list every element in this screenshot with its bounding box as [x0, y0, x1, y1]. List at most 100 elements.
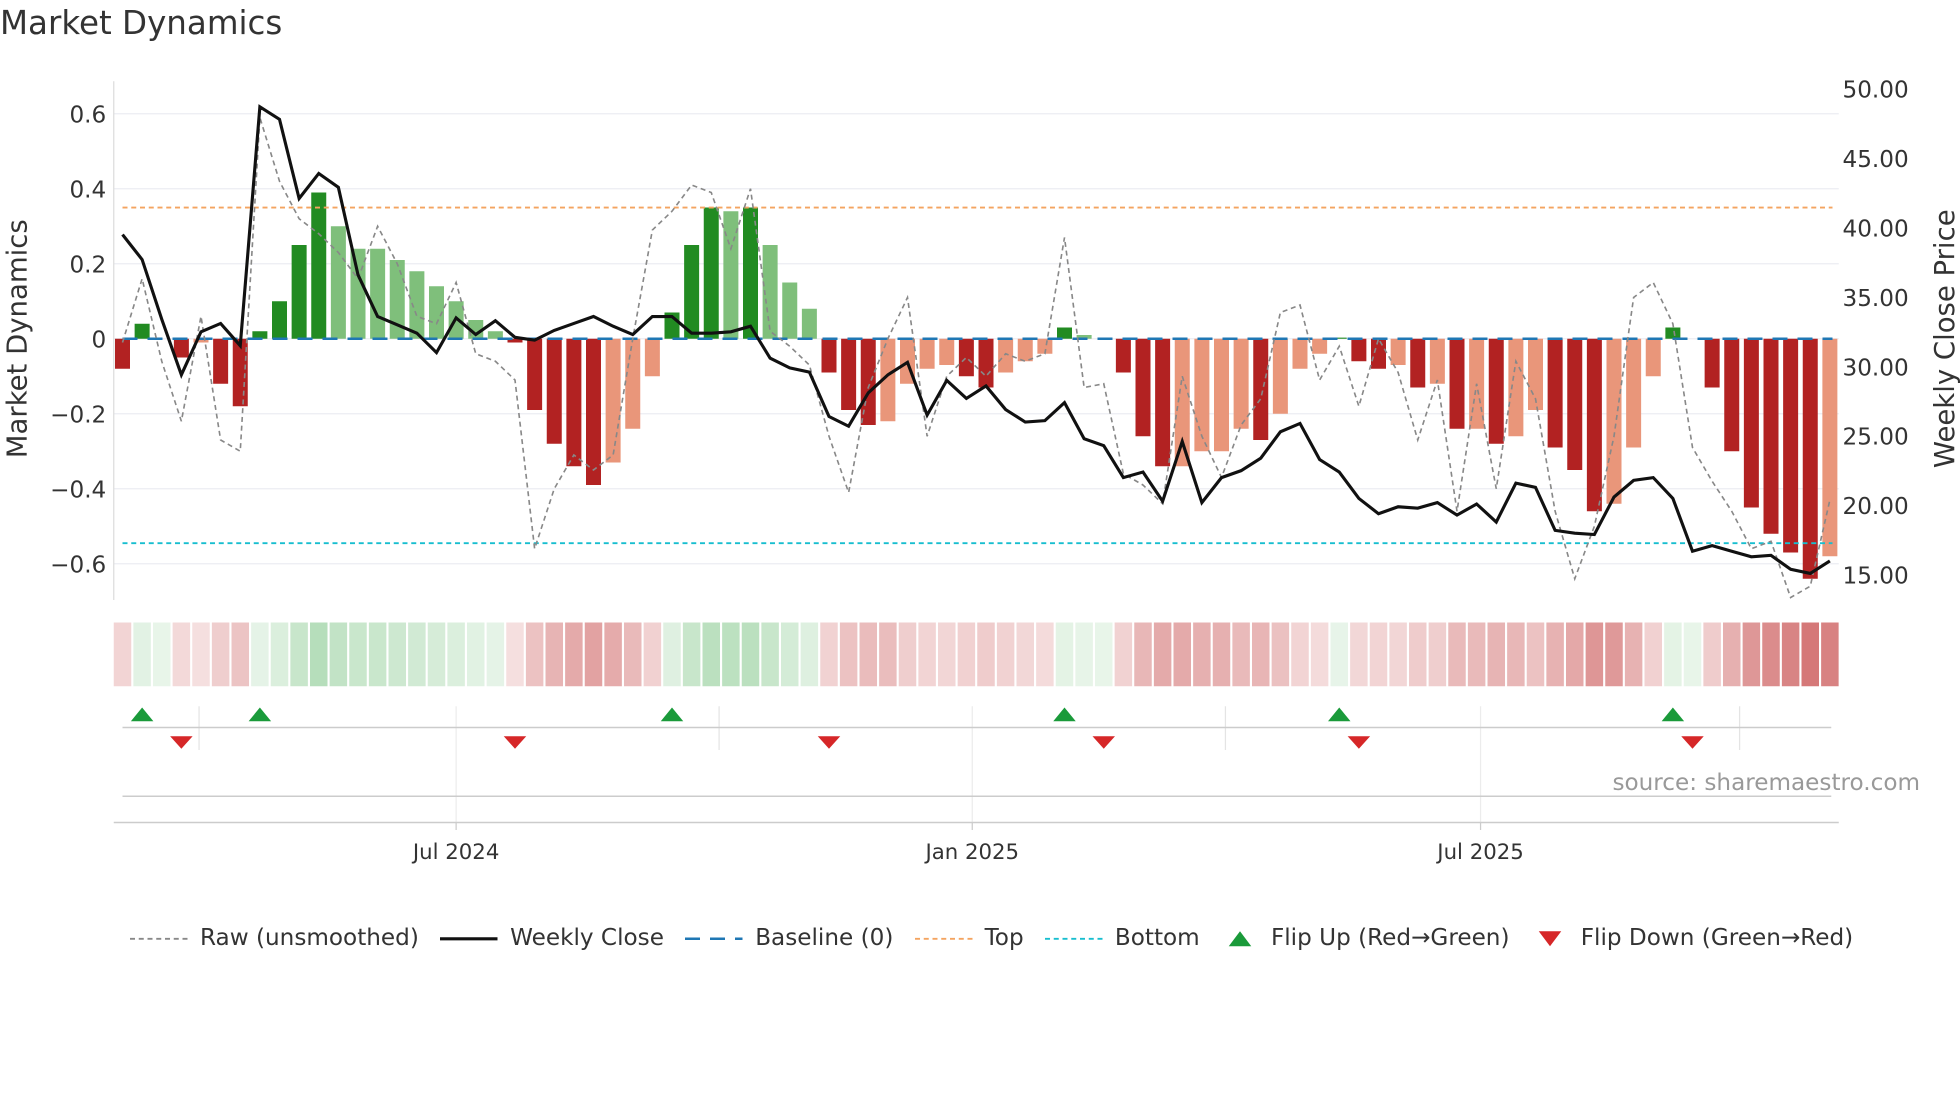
heat-cell	[1153, 622, 1172, 687]
bar	[841, 338, 857, 410]
heat-cell	[251, 622, 269, 687]
bar	[1410, 338, 1426, 388]
bar	[291, 245, 307, 339]
heat-cell	[1821, 622, 1839, 687]
heat-cell	[1036, 622, 1054, 687]
bar	[566, 338, 582, 467]
bar	[272, 301, 287, 339]
heat-strip	[113, 622, 1839, 687]
heat-cell	[1193, 622, 1211, 687]
bar	[919, 338, 935, 369]
bar	[330, 226, 346, 339]
legend-label: Raw (unsmoothed)	[200, 925, 419, 952]
heat-cell	[1624, 622, 1643, 687]
heat-cell	[270, 622, 289, 687]
heat-cell	[604, 622, 622, 687]
flip-up-marker	[248, 707, 272, 722]
y-axis-label: Market Dynamics	[1, 219, 33, 458]
heat-cell	[1703, 622, 1721, 687]
heat-cell	[918, 622, 936, 687]
heat-cell	[977, 622, 995, 687]
bar	[1488, 338, 1504, 444]
flip-down-marker	[817, 736, 841, 749]
heat-cell	[1723, 622, 1741, 687]
bar	[1586, 338, 1602, 512]
heat-cell	[624, 622, 642, 687]
heat-cell	[1350, 622, 1368, 687]
heat-cell	[1252, 622, 1270, 687]
bar	[939, 338, 955, 365]
bar	[1351, 338, 1367, 362]
heat-cell	[1291, 622, 1309, 687]
axes: 0.6 0.4 0.2 0 −0.2 −0.4 −0.6 50.00 45.00 40.00 35.…	[50, 78, 1909, 865]
heat-cell	[663, 622, 681, 687]
heat-cell	[859, 622, 877, 687]
legend-item-top[interactable]: Top	[914, 925, 1024, 952]
heat-cell	[192, 622, 210, 687]
y-tick-label: −0.6	[50, 553, 106, 579]
legend-item-bottom[interactable]: Bottom	[1044, 925, 1200, 951]
heat-cell	[329, 622, 348, 687]
heat-cell	[290, 622, 308, 687]
heat-cell	[1546, 622, 1564, 687]
flip-up-marker	[1661, 707, 1685, 722]
heat-cell	[172, 622, 191, 687]
heat-cell	[1644, 622, 1662, 687]
legend-item-baseline[interactable]: Baseline (0)	[685, 925, 893, 951]
bar	[743, 207, 758, 339]
legend-label: Flip Up (Red→Green)	[1270, 925, 1510, 952]
heat-cell	[388, 622, 406, 687]
bar	[684, 245, 700, 339]
heat-cell	[231, 622, 249, 687]
bar	[350, 248, 366, 339]
heat-cell	[486, 622, 505, 687]
y2-tick-label: 15.00	[1843, 564, 1909, 590]
bar	[134, 323, 150, 339]
heat-cell	[1409, 622, 1427, 687]
bar	[1449, 338, 1465, 429]
heat-cell	[506, 622, 524, 687]
legend-item-weekly-close[interactable]: Weekly Close	[440, 925, 664, 951]
bar	[1371, 338, 1386, 369]
heat-cell	[1566, 622, 1584, 687]
heat-cell	[1605, 622, 1623, 687]
heat-cell	[1742, 622, 1761, 687]
bar	[1292, 338, 1308, 369]
legend-item-raw[interactable]: Raw (unsmoothed)	[130, 925, 419, 951]
heat-cell	[1781, 622, 1800, 687]
heat-cell	[957, 622, 976, 687]
bar	[1606, 338, 1622, 504]
solid-line-icon	[440, 936, 498, 940]
y2-tick-label: 20.00	[1843, 494, 1909, 520]
dotted-line-icon	[1044, 937, 1103, 940]
heat-cell	[1467, 622, 1486, 687]
y2-tick-label: 45.00	[1843, 147, 1909, 173]
y-tick-label: 0	[92, 328, 107, 354]
bar	[1724, 338, 1740, 452]
heat-cell	[898, 622, 917, 687]
flip-down-marker	[1092, 736, 1115, 749]
heat-cell	[1428, 622, 1447, 687]
dotted-line-icon	[914, 937, 973, 940]
flip-up-marker	[1053, 707, 1076, 722]
heat-cell	[800, 622, 819, 687]
bar	[213, 338, 229, 384]
legend-label: Top	[984, 925, 1024, 952]
heat-cell	[702, 622, 720, 687]
bar	[958, 338, 974, 377]
source-credit: source: sharemaestro.com	[1612, 770, 1920, 797]
heat-cell	[133, 622, 151, 687]
bar	[527, 338, 543, 410]
bar	[1253, 338, 1269, 440]
y-tick-label: −0.2	[50, 403, 106, 429]
heat-cell	[408, 622, 426, 687]
heat-cell	[1114, 622, 1133, 687]
bar	[703, 207, 719, 339]
legend-item-flip-down[interactable]: Flip Down (Green→Red)	[1531, 925, 1853, 951]
legend-item-flip-up[interactable]: Flip Up (Red→Green)	[1221, 925, 1510, 952]
bar	[1645, 338, 1661, 377]
y-tick-label: 0.6	[69, 103, 106, 129]
y-tick-label: 0.4	[69, 178, 106, 204]
heat-cell	[368, 622, 387, 687]
bar	[1135, 338, 1151, 437]
